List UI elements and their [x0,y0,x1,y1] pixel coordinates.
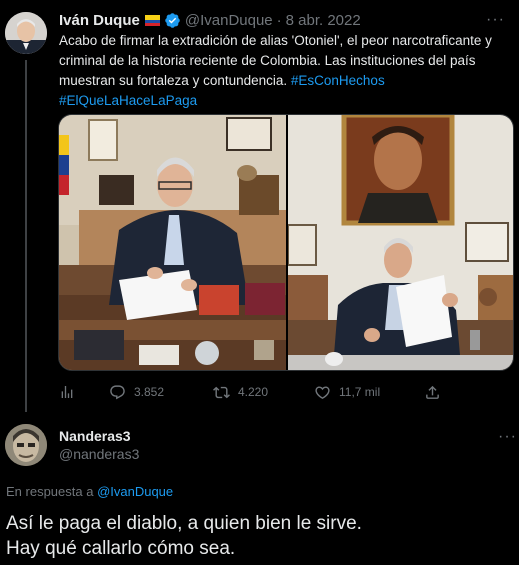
colombia-flag-icon [144,14,160,26]
tweet-body: Acabo de firmar la extradición de alias … [59,33,492,88]
reply-count: 3.852 [134,385,165,399]
more-options-icon[interactable]: ··· [486,11,505,29]
photo-duque-signing-desk [59,115,286,370]
reply-line-2: Hay qué callarlo cómo sea. [6,538,236,559]
photo-holding-document[interactable] [288,115,513,370]
replying-to-handle[interactable]: @IvanDuque [97,484,173,499]
photo-duque-holding-document-portrait [288,115,513,370]
author-avatar[interactable] [5,12,47,54]
photo-signing[interactable] [59,115,286,370]
replying-prefix: En respuesta a [6,484,98,499]
reply-author-name[interactable]: Nanderas3 [59,428,131,444]
thread-line [25,60,27,412]
hashtag-esconhechos[interactable]: #EsConHechos [291,73,385,88]
reply-avatar-image [5,424,47,466]
verified-badge-icon [165,12,180,28]
reply-tweet[interactable]: Nanderas3 @nanderas3 ··· En respuesta a … [0,410,519,565]
tweet-text: Acabo de firmar la extradición de alias … [59,31,514,111]
reply-button[interactable]: 3.852 [109,380,164,404]
reply-text: Así le paga el diablo, a quien bien le s… [6,511,506,561]
like-icon [315,385,330,399]
like-button[interactable]: 11,7 mil [314,380,380,404]
tweet-header: Iván Duque @IvanDuque · 8 abr. 2022 [59,10,361,30]
author-avatar-image [5,12,47,54]
tweet-media[interactable] [58,114,514,371]
like-count: 11,7 mil [339,385,381,399]
reply-author-handle[interactable]: @nanderas3 [59,446,139,462]
reply-more-options-icon[interactable]: ··· [498,428,517,446]
retweet-icon [213,386,230,398]
analytics-button[interactable] [59,380,83,404]
share-icon [426,385,439,399]
reply-author-avatar[interactable] [5,424,47,466]
tweet-date[interactable]: 8 abr. 2022 [286,12,361,29]
replying-to: En respuesta a @IvanDuque [6,484,173,499]
share-button[interactable] [424,380,449,404]
hashtag-elquelahacelapaga[interactable]: #ElQueLaHaceLaPaga [59,93,197,108]
author-handle[interactable]: @IvanDuque [185,12,273,29]
main-tweet[interactable]: Iván Duque @IvanDuque · 8 abr. 2022 ··· … [0,0,519,412]
retweet-button[interactable]: 4.220 [213,380,268,404]
reply-line-1: Así le paga el diablo, a quien bien le s… [6,513,362,534]
analytics-icon [61,386,73,398]
reply-icon [110,384,125,399]
author-name[interactable]: Iván Duque [59,12,140,29]
separator-dot: · [276,11,282,29]
tweet-actions: 3.852 4.220 11,7 mil [59,380,509,404]
retweet-count: 4.220 [238,385,269,399]
